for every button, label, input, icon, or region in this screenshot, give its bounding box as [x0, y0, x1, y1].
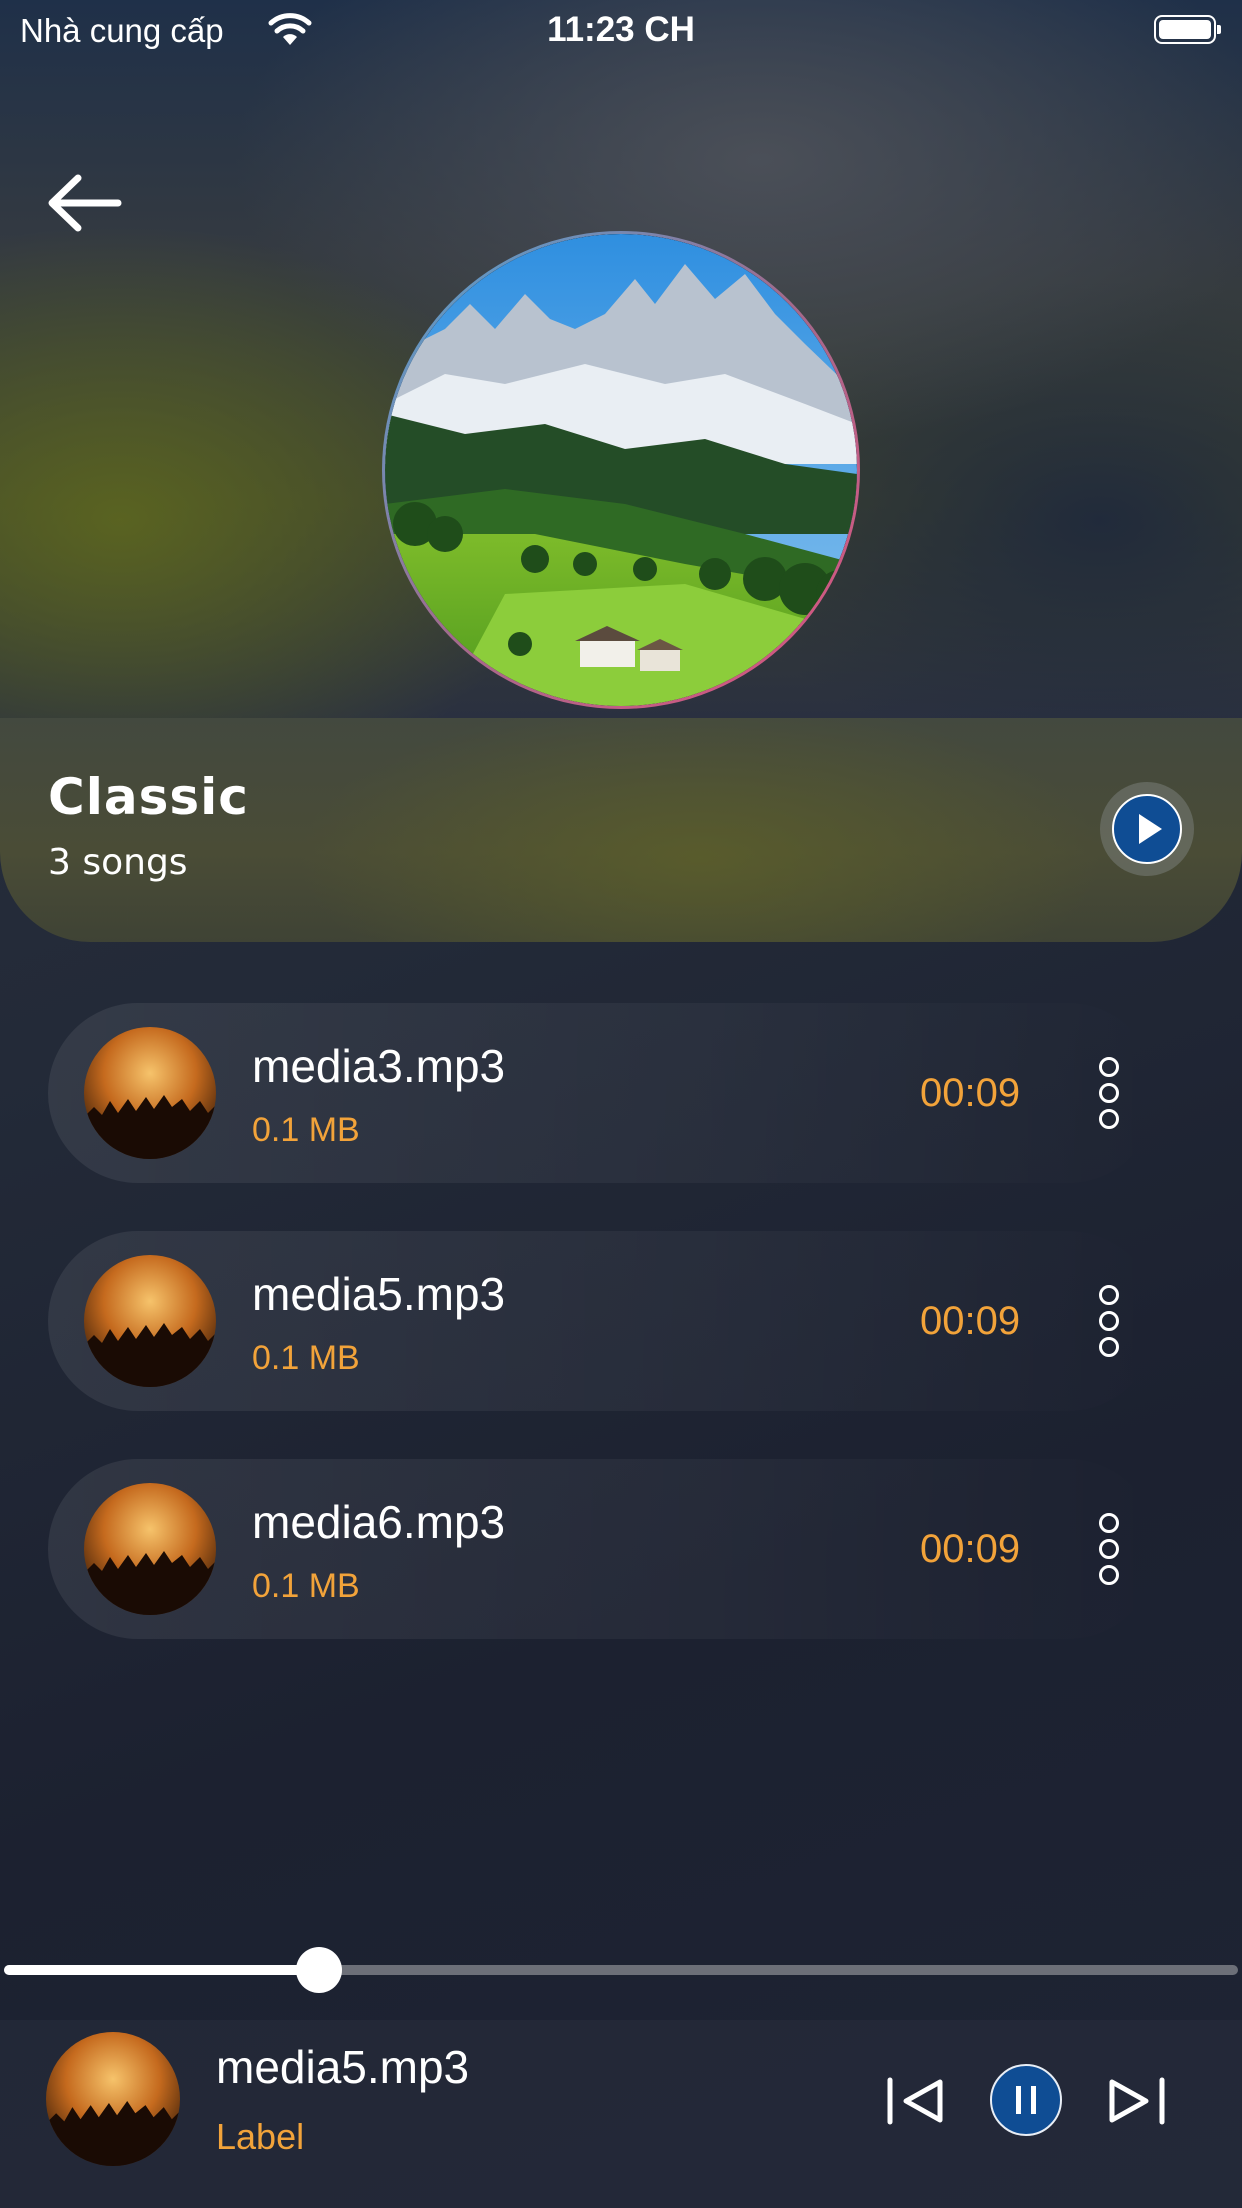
pause-button[interactable]: [990, 2064, 1062, 2136]
arrow-left-icon[interactable]: [46, 172, 122, 234]
now-playing-thumbnail: [46, 2032, 180, 2166]
song-title: media3.mp3: [252, 1040, 506, 1092]
more-vertical-icon[interactable]: [1098, 1057, 1120, 1129]
now-playing-title: media5.mp3: [216, 2041, 470, 2093]
more-vertical-icon[interactable]: [1098, 1285, 1120, 1357]
song-thumbnail: [84, 1027, 216, 1159]
skip-next-icon[interactable]: [1104, 2076, 1168, 2126]
album-title: Classic: [48, 768, 249, 826]
play-album-button[interactable]: [1100, 782, 1194, 876]
seek-handle[interactable]: [296, 1947, 342, 1993]
play-icon: [1112, 794, 1182, 864]
now-playing-subtitle: Label: [216, 2116, 305, 2157]
song-size: 0.1 MB: [252, 1339, 360, 1377]
status-bar: Nhà cung cấp 11:23 CH: [0, 0, 1242, 62]
song-list: media3.mp3 0.1 MB 00:09 media5.mp3 0.1 M…: [48, 1003, 1194, 1687]
song-row[interactable]: media5.mp3 0.1 MB 00:09: [48, 1231, 1158, 1411]
song-title: media6.mp3: [252, 1496, 506, 1548]
album-song-count: 3 songs: [48, 842, 188, 883]
skip-previous-icon[interactable]: [884, 2076, 948, 2126]
battery-icon: [1154, 15, 1221, 44]
song-duration: 00:09: [920, 1071, 1021, 1115]
song-row[interactable]: media3.mp3 0.1 MB 00:09: [48, 1003, 1158, 1183]
song-size: 0.1 MB: [252, 1567, 360, 1605]
song-title: media5.mp3: [252, 1268, 506, 1320]
song-duration: 00:09: [920, 1527, 1021, 1571]
song-row[interactable]: media6.mp3 0.1 MB 00:09: [48, 1459, 1158, 1639]
seek-progress: [4, 1965, 319, 1975]
song-thumbnail: [84, 1255, 216, 1387]
pause-icon: [1016, 2086, 1036, 2114]
song-size: 0.1 MB: [252, 1111, 360, 1149]
album-info-card: [0, 718, 1242, 942]
song-thumbnail: [84, 1483, 216, 1615]
song-duration: 00:09: [920, 1299, 1021, 1343]
more-vertical-icon[interactable]: [1098, 1513, 1120, 1585]
album-cover-image: [382, 231, 860, 709]
status-time: 11:23 CH: [547, 10, 695, 49]
